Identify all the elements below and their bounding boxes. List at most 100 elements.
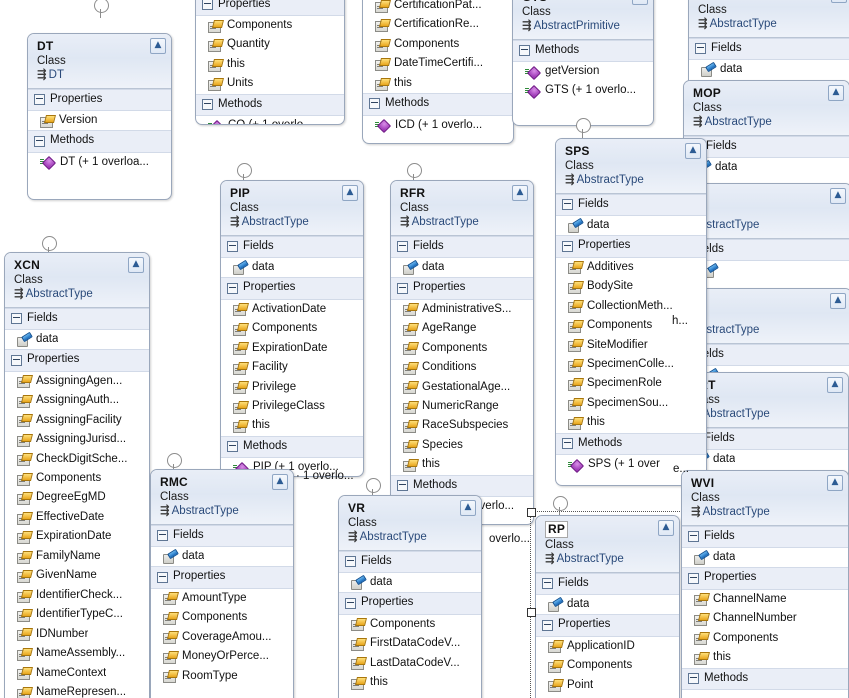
member-row[interactable]: AgeRange (391, 319, 533, 338)
group-header-methods[interactable]: Methods (556, 432, 706, 456)
group-header-methods[interactable]: Methods (28, 130, 171, 153)
class-header[interactable]: s bstractType ▲ (691, 289, 849, 344)
class-header[interactable]: RMC Class ⇶ AbstractType ▲ (151, 470, 293, 525)
collapse-box-icon[interactable] (542, 619, 553, 631)
class-box-sps[interactable]: SPS Class ⇶ AbstractType ▲ Fields data Pr… (555, 138, 707, 486)
member-row[interactable]: Additives (556, 258, 706, 277)
collapse-box-icon[interactable] (542, 577, 553, 589)
member-row[interactable]: Components (391, 339, 533, 358)
group-header-fields[interactable]: Fields (221, 235, 363, 258)
collapse-icon[interactable]: ▲ (128, 257, 144, 273)
class-header[interactable]: XCN Class ⇶ AbstractType ▲ (5, 253, 149, 308)
member-row[interactable]: this (196, 55, 344, 74)
collapse-icon[interactable]: ▲ (827, 475, 843, 491)
group-header-methods[interactable]: Methods (363, 93, 513, 116)
group-header-properties[interactable]: Properties (196, 0, 344, 16)
class-header[interactable]: GTS Class ⇶AbstractPrimitive ▲ (513, 0, 653, 40)
collapse-box-icon[interactable] (519, 44, 530, 56)
member-row[interactable]: Components (5, 469, 149, 488)
collapse-box-icon[interactable] (397, 479, 408, 491)
group-header-fields[interactable]: Fields (391, 235, 533, 258)
member-row[interactable]: AssigningFacility (5, 411, 149, 430)
member-row[interactable]: ApplicationID (536, 637, 679, 656)
collapse-box-icon[interactable] (227, 441, 238, 453)
collapse-icon[interactable]: ▲ (512, 185, 528, 201)
member-row[interactable]: data (339, 573, 481, 592)
collapse-box-icon[interactable] (227, 240, 238, 252)
collapse-box-icon[interactable] (562, 240, 573, 252)
collapse-box-icon[interactable] (688, 572, 699, 584)
collapse-box-icon[interactable] (688, 530, 699, 542)
collapse-icon[interactable]: ▲ (342, 185, 358, 201)
member-row[interactable]: this (339, 673, 481, 692)
collapse-icon[interactable]: ▲ (632, 0, 648, 5)
class-box-xcn[interactable]: XCN Class ⇶ AbstractType ▲ Fields data Pr… (4, 252, 150, 698)
member-row[interactable]: SpecimenSou... (556, 394, 706, 413)
member-row[interactable]: GestationalAge... (391, 378, 533, 397)
member-row[interactable]: AssigningAgen... (5, 372, 149, 391)
collapse-icon[interactable]: ▲ (150, 38, 166, 54)
class-header[interactable]: HD Class ⇶AbstractType ▲ (689, 0, 849, 38)
member-row[interactable]: DateTimeCertifi... (363, 54, 513, 73)
class-header[interactable]: s bstractType ▲ (691, 184, 849, 239)
member-row[interactable]: data (536, 595, 679, 614)
member-row[interactable]: EffectiveDate (5, 508, 149, 527)
class-header[interactable]: VR Class ⇶ AbstractType ▲ (339, 496, 481, 551)
collapse-icon[interactable]: ▲ (685, 143, 701, 159)
collapse-box-icon[interactable] (227, 282, 238, 294)
collapse-box-icon[interactable] (369, 98, 380, 110)
member-row[interactable]: ChannelNumber (682, 609, 848, 628)
resize-handle-w[interactable] (527, 608, 536, 617)
member-row[interactable]: this (221, 416, 363, 435)
member-row[interactable]: Components (339, 615, 481, 634)
member-row[interactable]: data (556, 216, 706, 235)
class-box-icd[interactable]: ICD Class ⇶AbstractType ▲ Properties Cer… (362, 0, 514, 144)
member-row[interactable]: NumericRange (391, 397, 533, 416)
collapse-icon[interactable]: ▲ (272, 474, 288, 490)
group-header-fields[interactable]: Fields (339, 550, 481, 573)
member-row[interactable]: ICD (+ 1 overlo... (363, 116, 513, 135)
member-row[interactable]: Components (221, 319, 363, 338)
member-row[interactable]: GTS (+ 1 overlo... (513, 81, 653, 100)
collapse-box-icon[interactable] (688, 672, 699, 684)
class-box-rp[interactable]: RP Class ⇶ AbstractType ▲ Fields data Pro… (535, 515, 680, 698)
collapse-icon[interactable]: ▲ (830, 188, 846, 204)
group-header-properties[interactable]: Properties (28, 88, 171, 111)
group-header-methods[interactable]: Methods (391, 474, 533, 498)
member-row[interactable]: this (391, 455, 533, 474)
member-row[interactable]: ExpirationDate (5, 527, 149, 546)
collapse-box-icon[interactable] (695, 42, 706, 54)
collapse-icon[interactable]: ▲ (828, 85, 844, 101)
member-row[interactable]: data (151, 547, 293, 566)
member-row[interactable]: DT (+ 1 overloa... (28, 153, 171, 172)
collapse-box-icon[interactable] (202, 0, 213, 10)
collapse-box-icon[interactable] (562, 198, 573, 210)
member-row[interactable]: NameRepresen... (5, 683, 149, 698)
member-row[interactable]: Privilege (221, 378, 363, 397)
member-row[interactable]: CertificationPat... (363, 0, 513, 15)
collapse-box-icon[interactable] (397, 240, 408, 252)
class-name-edit-field[interactable]: RP (545, 521, 569, 538)
member-row[interactable]: this (363, 74, 513, 93)
member-row[interactable]: DegreeEgMD (5, 488, 149, 507)
member-row[interactable]: SpecimenRole (556, 374, 706, 393)
class-box-rmc[interactable]: RMC Class ⇶ AbstractType ▲ Fields data Pr… (150, 469, 294, 698)
collapse-box-icon[interactable] (397, 282, 408, 294)
group-header-fields[interactable]: Fields (684, 135, 849, 158)
member-row[interactable]: AssigningJurisd... (5, 430, 149, 449)
member-row[interactable]: SpecimenColle... (556, 355, 706, 374)
member-row[interactable]: IdentifierTypeC... (5, 605, 149, 624)
group-header-fields[interactable]: ields (691, 343, 849, 366)
member-row[interactable]: CertificationRe... (363, 15, 513, 34)
member-row[interactable]: CQ (+ 1 overlo... (196, 116, 344, 124)
member-row[interactable]: IDNumber (5, 625, 149, 644)
member-row[interactable]: data (5, 330, 149, 349)
group-header-fields[interactable]: Fields (682, 525, 848, 548)
member-row[interactable]: data (684, 158, 849, 177)
member-row[interactable]: NameContext (5, 664, 149, 683)
collapse-icon[interactable]: ▲ (460, 500, 476, 516)
member-row[interactable]: data (689, 60, 849, 79)
group-header-properties[interactable]: Properties (556, 235, 706, 258)
class-box-wvi[interactable]: WVI Class ⇶ AbstractType ▲ Fields data Pr… (681, 470, 849, 698)
member-row[interactable]: MoneyOrPerce... (151, 647, 293, 666)
